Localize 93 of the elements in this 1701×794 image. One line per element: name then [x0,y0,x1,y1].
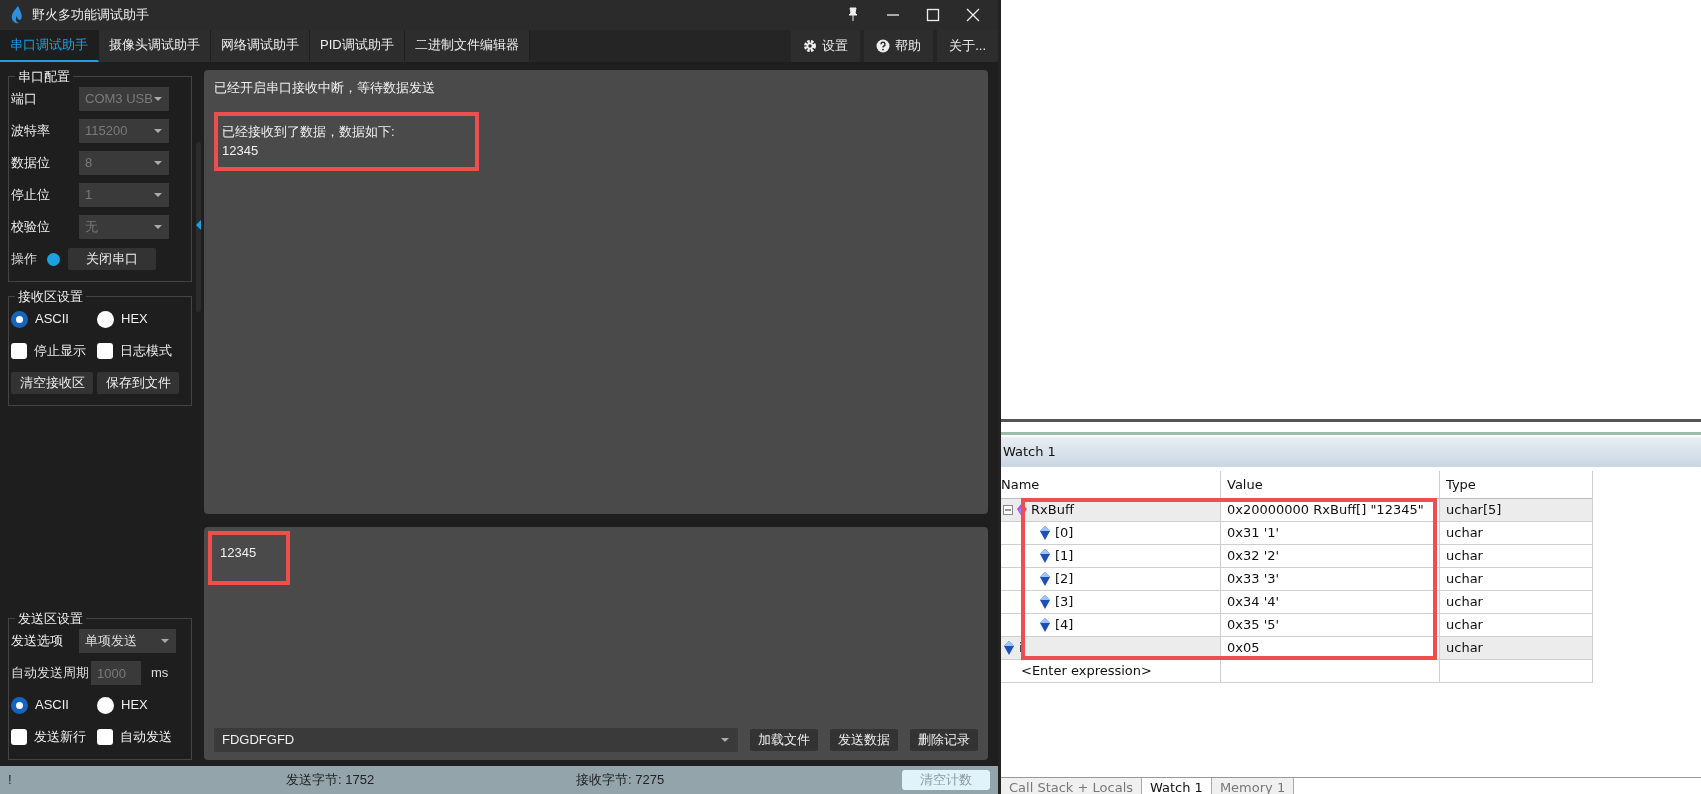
close-port-button[interactable]: 关闭串口 [68,248,156,270]
received-text: 已经接收到了数据，数据如下: [222,122,395,141]
variable-icon [1003,641,1015,655]
variable-name: [1] [1055,547,1074,566]
checkbox-label: 停止显示 [34,342,86,361]
expression-input[interactable]: <Enter expression> [1021,661,1152,681]
caret-icon [160,638,170,644]
caret-icon [153,96,163,102]
radio-button[interactable] [97,696,114,714]
collapse-arrow-icon [195,220,201,230]
field-label: 停止位 [11,186,51,205]
field-label: 数据位 [11,154,51,173]
radio-label: HEX [121,696,148,715]
caret-icon [153,192,163,198]
unit-label: ms [151,664,169,683]
variable-icon [1039,618,1051,632]
type-cell: uchar[5] [1440,499,1593,522]
tab[interactable]: Call Stack + Locals [1001,778,1142,794]
type-cell: uchar [1440,637,1593,660]
action-button[interactable]: 发送数据 [830,729,898,751]
field-label: 端口 [11,90,38,109]
maximize-icon[interactable] [925,7,941,23]
panel-title: Watch 1 [1003,443,1056,462]
checkbox[interactable] [11,343,27,359]
sent-count: 发送字节: 1752 [286,771,376,790]
value-cell: 0x33 '3' [1221,568,1440,591]
field-label: 自动发送周期 [11,664,89,683]
variable-icon [1039,572,1051,586]
checkbox[interactable] [97,729,113,745]
checkbox-label: 自动发送 [120,728,172,747]
field-label: 校验位 [11,218,51,237]
action-button[interactable]: 清空接收区 [11,372,93,394]
history-dropdown[interactable]: FDGDFGFD [214,728,738,752]
variable-icon [1039,549,1051,563]
type-cell: uchar [1440,591,1593,614]
radio-button[interactable] [97,310,114,328]
scrollbar[interactable] [195,142,201,312]
variable-icon [1039,595,1051,609]
variable-name: [3] [1055,593,1074,612]
help-icon [876,39,891,53]
variable-name: [4] [1055,616,1074,635]
value-cell: 0x35 '5' [1221,614,1440,637]
column-header[interactable]: Value [1221,471,1440,499]
caret-icon [720,737,730,743]
type-cell: uchar [1440,568,1593,591]
type-cell: uchar [1440,522,1593,545]
caret-icon [153,224,163,230]
value-cell: 0x20000000 RxBuff[] "12345" [1221,499,1440,522]
send-text[interactable]: 12345 [220,543,257,563]
toolbar-button[interactable]: 设置 [791,30,861,62]
value-cell: 0x34 '4' [1221,591,1440,614]
status-indicator: ! [7,771,13,790]
settings-icon [803,39,818,53]
caret-icon [153,128,163,134]
received-text: 已经开启串口接收中断，等待数据发送 [214,80,435,95]
variable-name: i [1019,639,1023,658]
window-title: 野火多功能调试助手 [32,6,150,25]
value-cell: 0x31 '1' [1221,522,1440,545]
field-label: 发送选项 [11,632,64,651]
close-icon[interactable] [965,7,981,23]
radio-label: ASCII [35,696,69,715]
tab[interactable]: 网络调试助手 [211,30,310,62]
action-button[interactable]: 删除记录 [910,729,978,751]
tab[interactable]: PID调试助手 [310,30,405,62]
checkbox[interactable] [11,729,27,745]
tab[interactable]: 摄像头调试助手 [99,30,211,62]
radio-label: HEX [121,310,148,329]
variable-name: RxBuff [1031,501,1074,520]
collapse-icon[interactable] [1003,505,1013,515]
action-button[interactable]: 加载文件 [750,729,818,751]
value-cell: 0x32 '2' [1221,545,1440,568]
field-label: 波特率 [11,122,51,141]
variable-name: [0] [1055,524,1074,543]
radio-button[interactable] [11,696,28,714]
checkbox[interactable] [97,343,113,359]
radio-label: ASCII [35,310,69,329]
type-cell: uchar [1440,545,1593,568]
toolbar-button[interactable]: 关于... [937,30,998,62]
radio-button[interactable] [11,310,28,328]
tab[interactable]: 二进制文件编辑器 [404,30,530,62]
tab[interactable]: 串口调试助手 [0,30,99,62]
variable-icon [1039,526,1051,540]
caret-icon [153,160,163,166]
dropdown[interactable]: 单项发送 [79,629,176,653]
field-label: 操作 [11,250,37,269]
checkbox-label: 日志模式 [120,342,172,361]
received-text: 12345 [222,142,260,160]
tab[interactable]: Memory 1 [1211,778,1295,794]
variable-name: [2] [1055,570,1074,589]
action-button[interactable]: 保存到文件 [97,372,179,394]
received-count: 接收字节: 7275 [576,771,665,790]
toolbar-button[interactable]: 帮助 [864,30,934,62]
checkbox-label: 发送新行 [34,728,86,747]
